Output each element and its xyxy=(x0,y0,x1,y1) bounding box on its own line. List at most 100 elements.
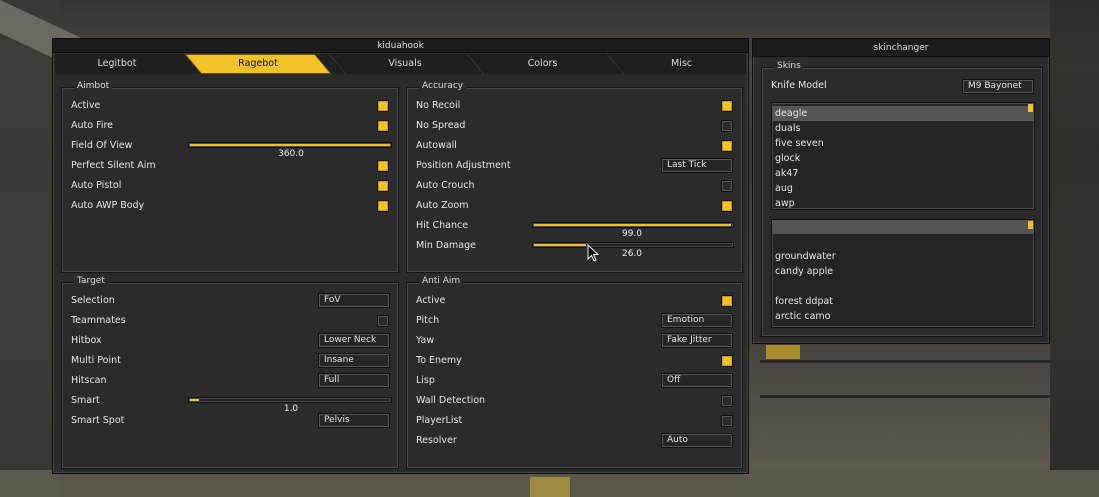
main-window: kiduahook Legitbot Ragebot Visuals Color… xyxy=(52,38,749,474)
anti-aim-group: Anti Aim Active Pitch Emotion Yaw Fake Jit… xyxy=(406,276,743,469)
wall-detection-label: Wall Detection xyxy=(416,395,486,406)
hitbox-dropdown[interactable]: Lower Neck xyxy=(318,333,390,348)
perfect-silent-checkbox[interactable] xyxy=(377,160,389,172)
skins-group: Skins Knife Model M9 Bayonet deagle dual… xyxy=(761,61,1043,337)
auto-fire-checkbox[interactable] xyxy=(377,120,389,132)
to-enemy-label: To Enemy xyxy=(416,355,462,366)
skin-list-item[interactable]: arctic camo xyxy=(772,309,1034,324)
weapon-list-item[interactable]: five seven xyxy=(772,136,1034,151)
auto-awp-label: Auto AWP Body xyxy=(71,200,145,211)
no-spread-label: No Spread xyxy=(416,120,466,131)
fov-slider[interactable] xyxy=(188,142,392,148)
smart-spot-label: Smart Spot xyxy=(71,415,125,426)
target-group: Target Selection FoV Teammates Hitbox Lowe… xyxy=(61,276,399,469)
main-window-title: kiduahook xyxy=(53,39,748,53)
multi-point-dropdown[interactable]: Insane xyxy=(318,353,390,368)
perfect-silent-label: Perfect Silent Aim xyxy=(71,160,156,171)
anti-aim-group-title: Anti Aim xyxy=(419,276,464,286)
weapon-list-item[interactable]: glock xyxy=(772,151,1034,166)
player-list-label: PlayerList xyxy=(416,415,463,426)
weapon-list-item[interactable]: ak47 xyxy=(772,166,1034,181)
min-damage-slider[interactable] xyxy=(532,242,734,248)
yaw-dropdown[interactable]: Fake Jitter xyxy=(661,333,733,348)
hitscan-label: Hitscan xyxy=(71,375,107,386)
skin-list-item[interactable] xyxy=(772,234,1034,249)
wall-detection-checkbox[interactable] xyxy=(721,395,733,407)
pitch-dropdown[interactable]: Emotion xyxy=(661,313,733,328)
aa-active-checkbox[interactable] xyxy=(721,295,733,307)
hit-chance-slider[interactable] xyxy=(532,222,734,228)
auto-zoom-checkbox[interactable] xyxy=(721,200,733,212)
selection-dropdown[interactable]: FoV xyxy=(318,293,390,308)
active-checkbox[interactable] xyxy=(377,100,389,112)
pitch-label: Pitch xyxy=(416,315,440,326)
skin-list[interactable]: groundwater candy apple forest ddpat arc… xyxy=(771,219,1035,328)
weapon-list-item[interactable]: aug xyxy=(772,181,1034,196)
weapon-list-scrollbar[interactable] xyxy=(1028,104,1033,112)
resolver-label: Resolver xyxy=(416,435,457,446)
smart-slider[interactable] xyxy=(188,397,392,403)
weapon-list-item[interactable]: deagle xyxy=(772,106,1034,121)
mouse-cursor-icon xyxy=(587,244,599,262)
no-spread-checkbox[interactable] xyxy=(721,120,733,132)
auto-zoom-label: Auto Zoom xyxy=(416,200,469,211)
skin-list-item[interactable]: groundwater xyxy=(772,249,1034,264)
yaw-label: Yaw xyxy=(416,335,435,346)
min-damage-fill xyxy=(534,244,586,246)
teammates-label: Teammates xyxy=(71,315,126,326)
aa-active-label: Active xyxy=(416,295,446,306)
knife-model-label: Knife Model xyxy=(771,80,827,91)
aimbot-group: Aimbot Active Auto Fire Field Of View 36… xyxy=(61,81,399,273)
no-recoil-label: No Recoil xyxy=(416,100,461,111)
skin-list-item[interactable] xyxy=(772,220,1034,234)
tab-legitbot[interactable]: Legitbot xyxy=(55,54,179,74)
hit-chance-fill xyxy=(534,224,731,226)
weapon-list[interactable]: deagle duals five seven glock ak47 aug a… xyxy=(771,102,1035,210)
aimbot-group-title: Aimbot xyxy=(74,81,113,91)
fov-slider-fill xyxy=(190,144,390,146)
skin-list-item[interactable]: forest ddpat xyxy=(772,294,1034,309)
active-label: Active xyxy=(71,100,101,111)
weapon-list-item[interactable]: duals xyxy=(772,121,1034,136)
auto-pistol-checkbox[interactable] xyxy=(377,180,389,192)
weapon-list-item[interactable]: awp xyxy=(772,196,1034,209)
skins-group-title: Skins xyxy=(774,61,804,71)
smart-slider-fill xyxy=(190,399,199,401)
skinchanger-window: skinchanger Skins Knife Model M9 Bayonet… xyxy=(752,38,1050,344)
smart-label: Smart xyxy=(71,395,100,406)
to-enemy-checkbox[interactable] xyxy=(721,355,733,367)
player-list-checkbox[interactable] xyxy=(721,415,733,427)
auto-pistol-label: Auto Pistol xyxy=(71,180,122,191)
auto-crouch-checkbox[interactable] xyxy=(721,180,733,192)
no-recoil-checkbox[interactable] xyxy=(721,100,733,112)
lisp-dropdown[interactable]: Off xyxy=(661,373,733,388)
autowall-label: Autowall xyxy=(416,140,457,151)
multi-point-label: Multi Point xyxy=(71,355,121,366)
min-damage-label: Min Damage xyxy=(416,240,476,251)
position-adjustment-dropdown[interactable]: Last Tick xyxy=(661,158,733,173)
skinchanger-title: skinchanger xyxy=(753,39,1049,57)
tab-colors[interactable]: Colors xyxy=(475,54,610,74)
auto-awp-checkbox[interactable] xyxy=(377,200,389,212)
lisp-label: Lisp xyxy=(416,375,435,386)
accuracy-group-title: Accuracy xyxy=(419,81,467,91)
tab-ragebot[interactable]: Ragebot xyxy=(184,54,332,74)
knife-model-dropdown[interactable]: M9 Bayonet xyxy=(962,79,1034,94)
skin-list-scrollbar[interactable] xyxy=(1028,221,1033,229)
auto-fire-label: Auto Fire xyxy=(71,120,114,131)
hitscan-dropdown[interactable]: Full xyxy=(318,373,390,388)
teammates-checkbox[interactable] xyxy=(377,315,389,327)
skin-list-item[interactable]: candy apple xyxy=(772,264,1034,279)
tab-bar: Legitbot Ragebot Visuals Colors Misc xyxy=(55,54,746,74)
position-adjustment-label: Position Adjustment xyxy=(416,160,511,171)
auto-crouch-label: Auto Crouch xyxy=(416,180,475,191)
tab-visuals[interactable]: Visuals xyxy=(335,54,475,74)
resolver-dropdown[interactable]: Auto xyxy=(661,433,733,448)
target-group-title: Target xyxy=(74,276,108,286)
tab-misc[interactable]: Misc xyxy=(615,54,748,74)
fov-label: Field Of View xyxy=(71,140,133,151)
autowall-checkbox[interactable] xyxy=(721,140,733,152)
selection-label: Selection xyxy=(71,295,115,306)
smart-spot-dropdown[interactable]: Pelvis xyxy=(318,413,390,428)
skin-list-item[interactable] xyxy=(772,279,1034,294)
